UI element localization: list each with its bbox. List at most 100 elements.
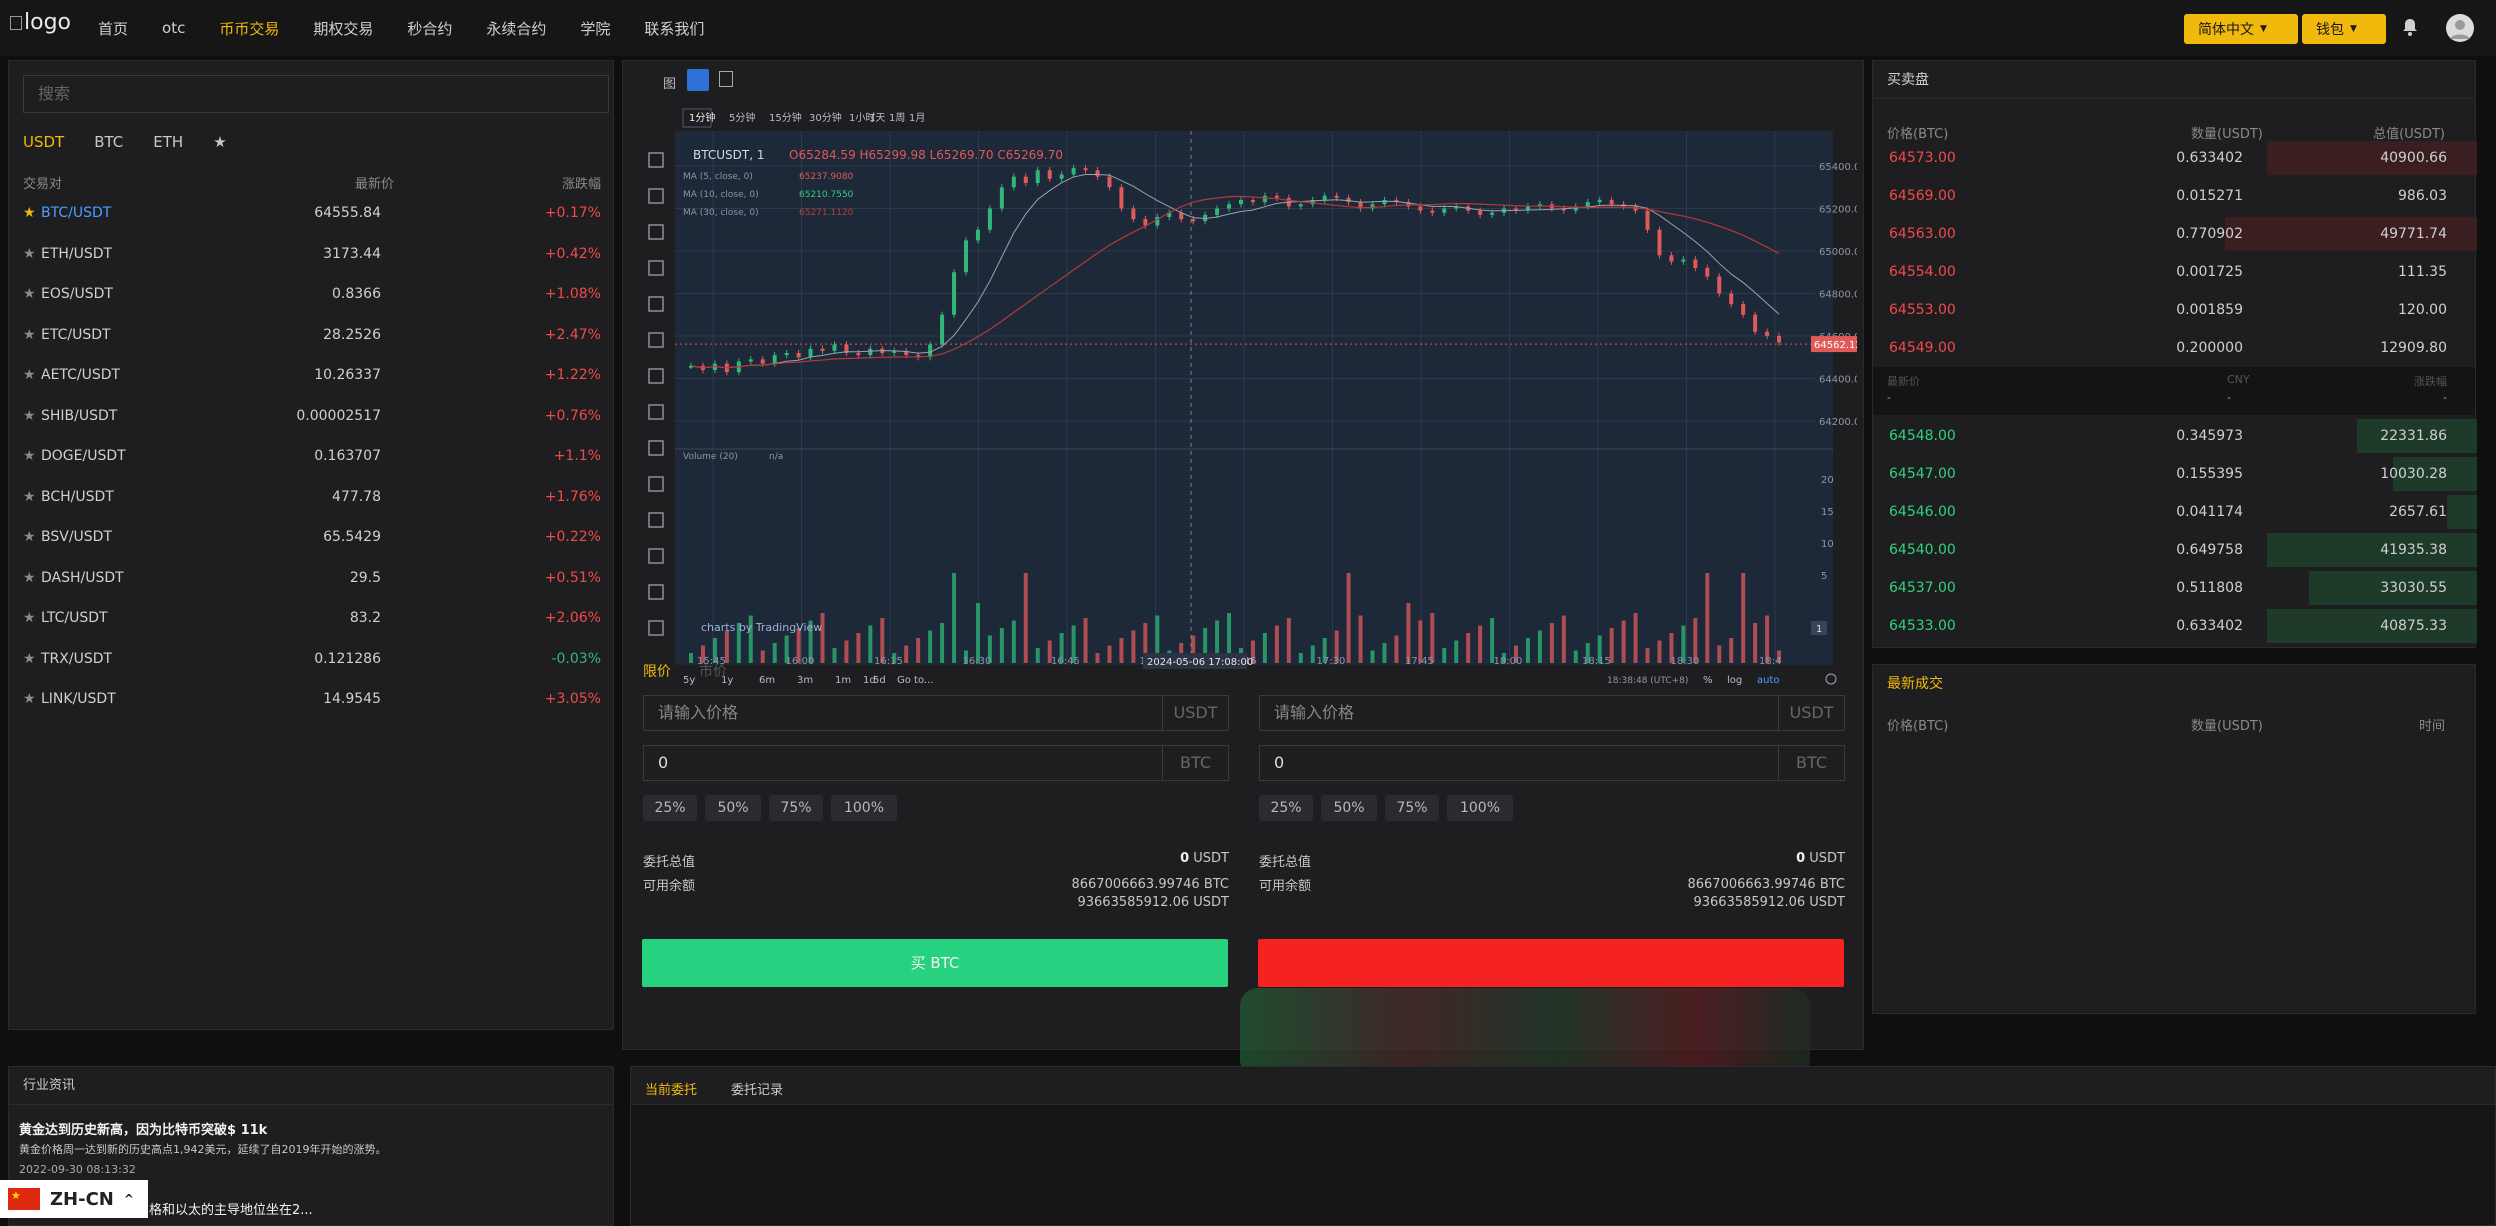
- star-icon[interactable]: ★: [23, 529, 36, 545]
- market-row[interactable]: ★ LINK/USDT 14.9545 +3.05%: [23, 679, 601, 719]
- nav-academy[interactable]: 学院: [580, 18, 610, 39]
- nav-otc[interactable]: otc: [162, 19, 185, 37]
- buy-button[interactable]: 买 BTC: [642, 939, 1228, 987]
- bid-row[interactable]: 64547.00 0.155395 10030.28: [1873, 455, 2477, 493]
- bid-row[interactable]: 64533.00 0.633402 40875.33: [1873, 607, 2477, 645]
- star-icon[interactable]: ★: [23, 408, 36, 424]
- search-input[interactable]: 搜索: [23, 75, 609, 113]
- nav-contact[interactable]: 联系我们: [644, 18, 704, 39]
- percent-button[interactable]: %: [1703, 675, 1713, 686]
- log-button[interactable]: log: [1727, 675, 1742, 686]
- auto-button[interactable]: auto: [1757, 675, 1780, 686]
- interval-button[interactable]: 1月: [909, 112, 925, 124]
- buy-pct-75[interactable]: 75%: [769, 795, 823, 821]
- star-icon[interactable]: ★: [23, 246, 36, 262]
- logo[interactable]: logo: [10, 10, 71, 35]
- range-button[interactable]: 3m: [797, 675, 813, 686]
- range-button[interactable]: 5y: [683, 675, 695, 686]
- ask-row[interactable]: 64554.00 0.001725 111.35: [1873, 253, 2477, 291]
- tab-btc[interactable]: BTC: [94, 133, 123, 151]
- news-headline[interactable]: 黄金达到历史新高，因为比特币突破$ 11k: [19, 1119, 267, 1138]
- market-row[interactable]: ★ BSV/USDT 65.5429 +0.22%: [23, 517, 601, 557]
- sell-button[interactable]: [1258, 939, 1844, 987]
- nav-options[interactable]: 期权交易: [313, 18, 373, 39]
- market-row[interactable]: ★ ETC/USDT 28.2526 +2.47%: [23, 315, 601, 355]
- sell-pct-75[interactable]: 75%: [1385, 795, 1439, 821]
- star-icon[interactable]: ★: [23, 327, 36, 343]
- star-icon[interactable]: ★: [23, 570, 36, 586]
- star-icon[interactable]: ★: [23, 286, 36, 302]
- news-headline[interactable]: 格和以太的主导地位坐在2...: [149, 1199, 313, 1218]
- ask-row[interactable]: 64549.00 0.200000 12909.80: [1873, 329, 2477, 367]
- market-row[interactable]: ★ BTC/USDT 64555.84 +0.17%: [23, 193, 601, 233]
- range-button[interactable]: Go to...: [897, 675, 933, 686]
- buy-pct-100[interactable]: 100%: [831, 795, 897, 821]
- interval-button[interactable]: 1天: [869, 113, 885, 124]
- interval-button[interactable]: 30分钟: [809, 111, 842, 124]
- range-button[interactable]: 1d: [863, 675, 876, 686]
- market-row[interactable]: ★ DOGE/USDT 0.163707 +1.1%: [23, 436, 601, 476]
- interval-button[interactable]: 15分钟: [769, 111, 802, 124]
- range-button[interactable]: 6m: [759, 675, 775, 686]
- market-row[interactable]: ★ AETC/USDT 10.26337 +1.22%: [23, 355, 601, 395]
- volume-bar: [1466, 633, 1471, 663]
- tab-market-order[interactable]: 市价: [699, 661, 727, 681]
- tab-usdt[interactable]: USDT: [23, 133, 64, 151]
- buy-price-input[interactable]: 请输入价格 USDT: [643, 695, 1229, 731]
- nav-second-contract[interactable]: 秒合约: [407, 18, 452, 39]
- ask-row[interactable]: 64563.00 0.770902 49771.74: [1873, 215, 2477, 253]
- nav-home[interactable]: 首页: [98, 18, 128, 39]
- sell-pct-25[interactable]: 25%: [1259, 795, 1313, 821]
- buy-amount-input[interactable]: 0 BTC: [643, 745, 1229, 781]
- market-row[interactable]: ★ LTC/USDT 83.2 +2.06%: [23, 598, 601, 638]
- mobile-view-icon[interactable]: [687, 69, 709, 91]
- language-button[interactable]: 简体中文 ▼: [2184, 14, 2298, 44]
- interval-button[interactable]: 1周: [889, 112, 905, 124]
- bid-row[interactable]: 64548.00 0.345973 22331.86: [1873, 417, 2477, 455]
- tradingview-chart[interactable]: 1分钟5分钟15分钟30分钟1小时1天1周1月65400.0065200.006…: [631, 101, 1857, 691]
- range-button[interactable]: 1m: [835, 675, 851, 686]
- avatar[interactable]: [2446, 14, 2474, 42]
- ask-row[interactable]: 64573.00 0.633402 40900.66: [1873, 139, 2477, 177]
- bid-row[interactable]: 64537.00 0.511808 33030.55: [1873, 569, 2477, 607]
- sell-pct-50[interactable]: 50%: [1321, 795, 1377, 821]
- market-row[interactable]: ★ BCH/USDT 477.78 +1.76%: [23, 477, 601, 517]
- market-row[interactable]: ★ ETH/USDT 3173.44 +0.42%: [23, 234, 601, 274]
- bell-icon[interactable]: [2402, 18, 2420, 38]
- interval-button[interactable]: 5分钟: [729, 111, 755, 124]
- language-switcher[interactable]: ZH-CN ^: [0, 1180, 148, 1218]
- market-row[interactable]: ★ TRX/USDT 0.121286 -0.03%: [23, 639, 601, 679]
- tab-current-orders[interactable]: 当前委托: [645, 1079, 697, 1098]
- star-icon[interactable]: ★: [23, 610, 36, 626]
- market-row[interactable]: ★ DASH/USDT 29.5 +0.51%: [23, 558, 601, 598]
- sell-pct-100[interactable]: 100%: [1447, 795, 1513, 821]
- market-row[interactable]: ★ EOS/USDT 0.8366 +1.08%: [23, 274, 601, 314]
- tab-eth[interactable]: ETH: [153, 133, 183, 151]
- bid-row[interactable]: 64540.00 0.649758 41935.38: [1873, 531, 2477, 569]
- star-icon[interactable]: ★: [23, 651, 36, 667]
- tab-limit[interactable]: 限价: [643, 661, 671, 681]
- ask-row[interactable]: 64553.00 0.001859 120.00: [1873, 291, 2477, 329]
- buy-pct-50[interactable]: 50%: [705, 795, 761, 821]
- bid-row[interactable]: 64546.00 0.041174 2657.61: [1873, 493, 2477, 531]
- sell-price-input[interactable]: 请输入价格 USDT: [1259, 695, 1845, 731]
- nav-perpetual[interactable]: 永续合约: [486, 18, 546, 39]
- market-row[interactable]: ★ SHIB/USDT 0.00002517 +0.76%: [23, 396, 601, 436]
- star-icon[interactable]: ★: [23, 691, 36, 707]
- ask-row[interactable]: 64569.00 0.015271 986.03: [1873, 177, 2477, 215]
- notes-icon[interactable]: [719, 71, 733, 87]
- candle: [1490, 212, 1495, 215]
- star-icon[interactable]: ★: [23, 367, 36, 383]
- tab-favorites[interactable]: ★: [213, 133, 226, 151]
- sell-amount-input[interactable]: 0 BTC: [1259, 745, 1845, 781]
- star-icon[interactable]: ★: [23, 489, 36, 505]
- wallet-button[interactable]: 钱包 ▼: [2302, 14, 2386, 44]
- pair-change: +0.22%: [544, 529, 601, 545]
- star-icon[interactable]: ★: [23, 205, 36, 221]
- nav-spot[interactable]: 币币交易: [219, 18, 279, 39]
- chart-type-label[interactable]: 图: [663, 73, 676, 92]
- tab-order-history[interactable]: 委托记录: [731, 1079, 783, 1098]
- tradingview-watermark[interactable]: charts by TradingView: [701, 621, 822, 634]
- buy-pct-25[interactable]: 25%: [643, 795, 697, 821]
- star-icon[interactable]: ★: [23, 448, 36, 464]
